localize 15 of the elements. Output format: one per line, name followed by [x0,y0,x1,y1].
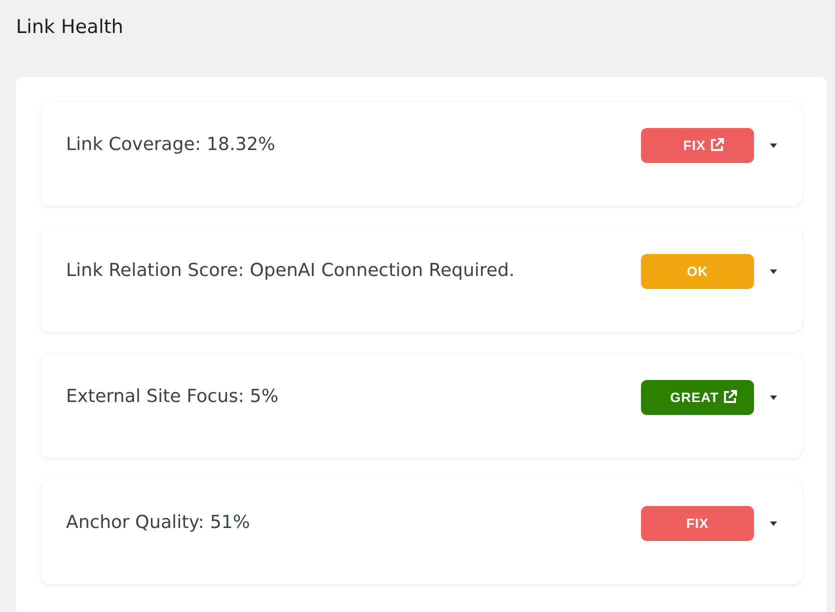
status-button[interactable]: FIX [641,128,754,162]
status-button[interactable]: GREAT [641,380,754,414]
status-button[interactable]: OK [641,254,754,288]
status-button[interactable]: FIX [641,506,754,540]
metric-label: Anchor Quality: 51% [66,511,251,535]
external-link-icon [722,390,737,404]
caret-icon[interactable] [770,520,777,526]
metric-label: Link Coverage: 18.32% [66,133,276,157]
caret-icon[interactable] [770,268,777,274]
page-title: Link Health [15,15,124,40]
external-link-icon [710,138,724,152]
metric-label: Link Relation Score: OpenAI Connection Required. [66,259,516,283]
caret-icon[interactable] [770,394,777,400]
caret-icon[interactable] [770,142,777,148]
metric-label: External Site Focus: 5% [66,385,280,409]
